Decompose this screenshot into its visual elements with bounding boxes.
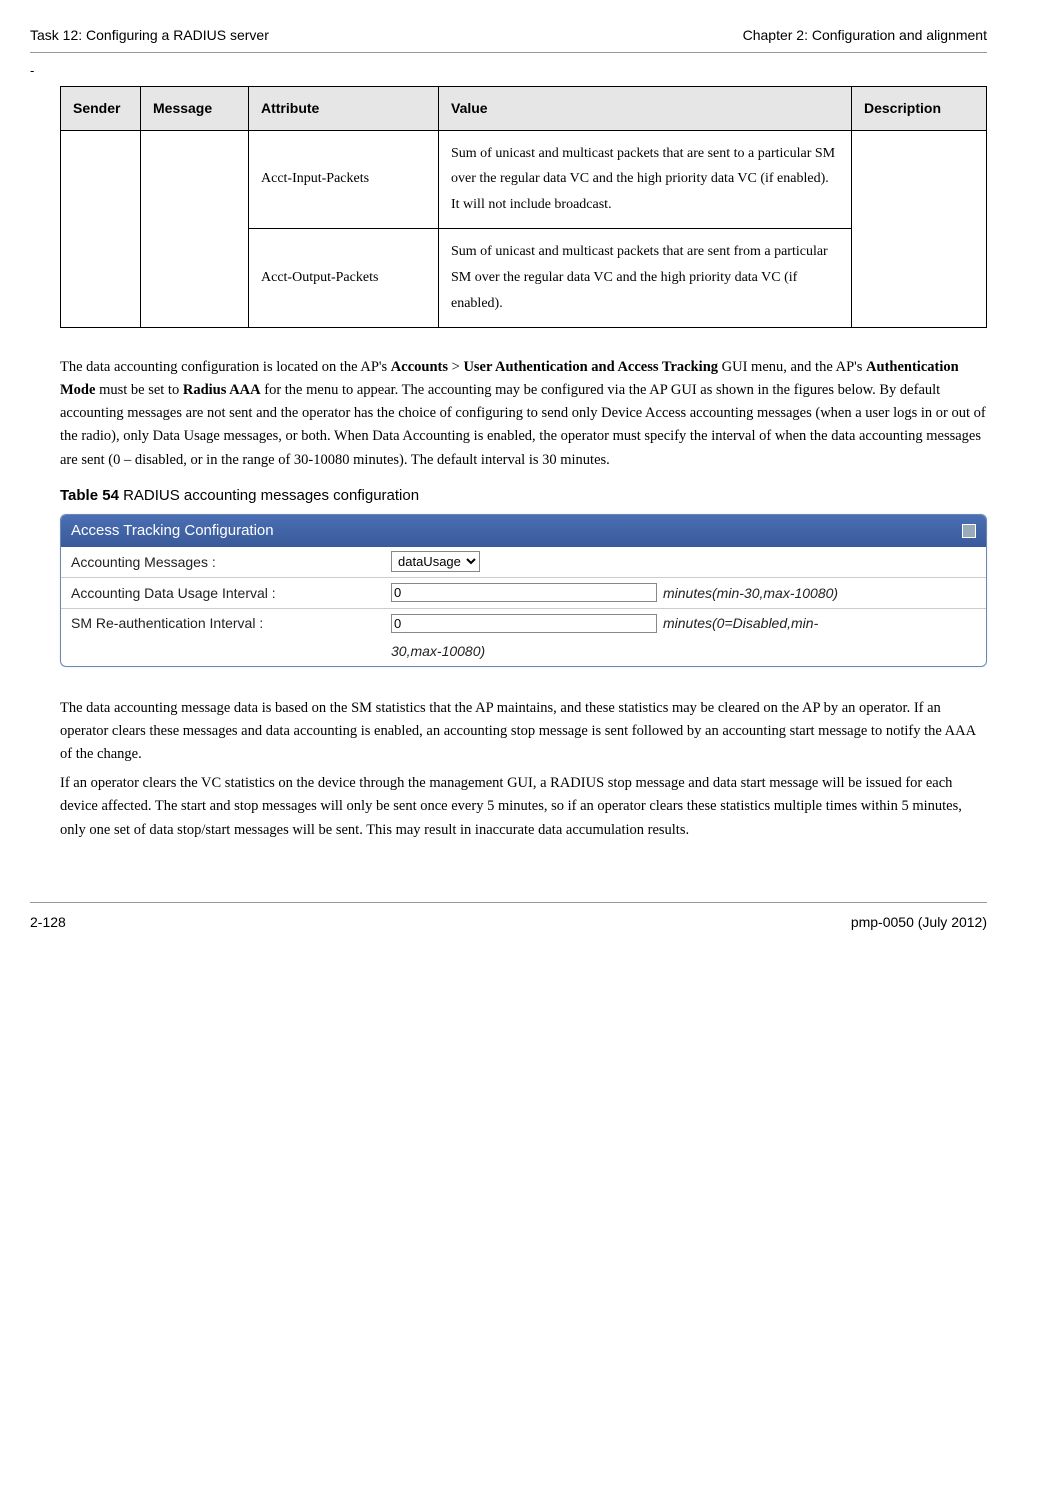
- config-hint: minutes(0=Disabled,min-: [663, 612, 818, 634]
- reauth-interval-input[interactable]: [391, 614, 657, 633]
- page-footer: 2-128 pmp-0050 (July 2012): [30, 902, 987, 933]
- cell-value: Sum of unicast and multicast packets tha…: [439, 130, 852, 229]
- table-caption: Table 54 RADIUS accounting messages conf…: [60, 484, 987, 508]
- cell-attribute: Acct-Input-Packets: [249, 130, 439, 229]
- th-value: Value: [439, 87, 852, 130]
- config-hint: minutes(min-30,max-10080): [663, 582, 838, 604]
- th-description: Description: [852, 87, 987, 130]
- header-right: Chapter 2: Configuration and alignment: [743, 24, 987, 46]
- data-usage-interval-input[interactable]: [391, 583, 657, 602]
- page-header: Task 12: Configuring a RADIUS server Cha…: [30, 24, 987, 46]
- config-label: Accounting Data Usage Interval :: [71, 582, 391, 604]
- config-row: Accounting Messages : dataUsage: [61, 547, 986, 577]
- dash-marker: -: [30, 61, 987, 82]
- panel-header: Access Tracking Configuration: [61, 515, 986, 547]
- table-row: Acct-Input-Packets Sum of unicast and mu…: [61, 130, 987, 229]
- cell-attribute: Acct-Output-Packets: [249, 229, 439, 328]
- cell-sender: [61, 130, 141, 327]
- cell-message: [141, 130, 249, 327]
- panel-body: Accounting Messages : dataUsage Accounti…: [61, 547, 986, 666]
- th-message: Message: [141, 87, 249, 130]
- collapse-icon[interactable]: [962, 524, 976, 538]
- paragraph-1: The data accounting configuration is loc…: [60, 356, 987, 472]
- cell-value: Sum of unicast and multicast packets tha…: [439, 229, 852, 328]
- config-row: SM Re-authentication Interval : minutes(…: [61, 608, 986, 666]
- accounting-messages-select[interactable]: dataUsage: [391, 551, 480, 572]
- attributes-table: Sender Message Attribute Value Descripti…: [60, 86, 987, 328]
- cell-description: [852, 130, 987, 327]
- header-rule: [30, 52, 987, 53]
- header-left: Task 12: Configuring a RADIUS server: [30, 24, 269, 46]
- th-sender: Sender: [61, 87, 141, 130]
- config-hint-line2: 30,max-10080): [391, 640, 976, 662]
- panel-title: Access Tracking Configuration: [71, 519, 274, 543]
- footer-left: 2-128: [30, 911, 66, 933]
- paragraph-3: If an operator clears the VC statistics …: [60, 772, 987, 842]
- config-row: Accounting Data Usage Interval : minutes…: [61, 577, 986, 608]
- config-label: Accounting Messages :: [71, 551, 391, 573]
- footer-right: pmp-0050 (July 2012): [851, 911, 987, 933]
- config-panel: Access Tracking Configuration Accounting…: [60, 514, 987, 667]
- config-label: SM Re-authentication Interval :: [71, 612, 391, 634]
- th-attribute: Attribute: [249, 87, 439, 130]
- paragraph-2: The data accounting message data is base…: [60, 697, 987, 767]
